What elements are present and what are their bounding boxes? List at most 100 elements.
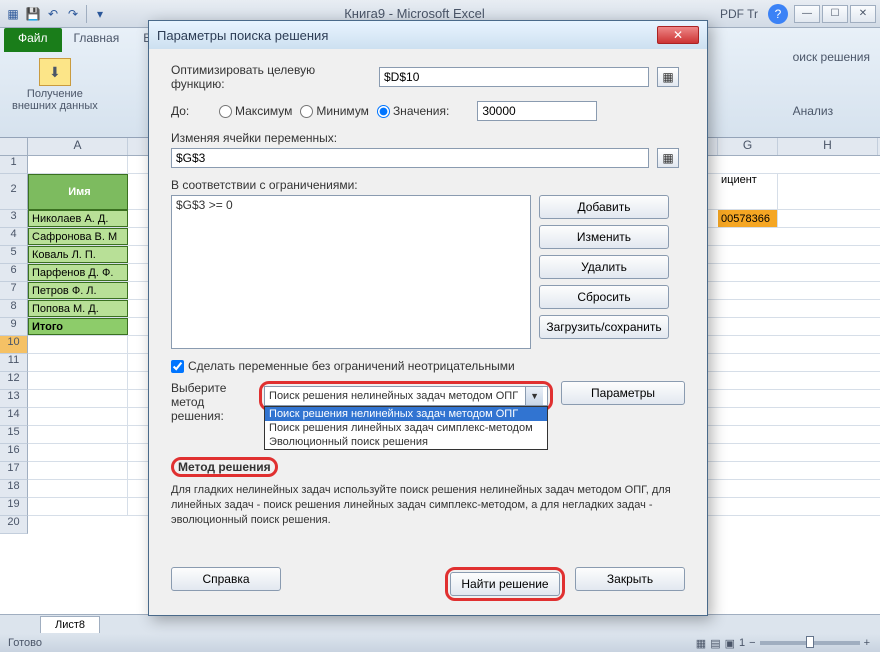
col-g[interactable]: G [718, 138, 778, 155]
row-hdr[interactable]: 20 [0, 516, 28, 534]
total-cell[interactable]: Итого [28, 318, 128, 335]
row-hdr[interactable]: 9 [0, 318, 28, 336]
quick-access-toolbar: ▦ 💾 ↶ ↷ ▾ [4, 5, 109, 23]
reset-button[interactable]: Сбросить [539, 285, 669, 309]
help-button[interactable]: Справка [171, 567, 281, 591]
save-icon[interactable]: 💾 [24, 5, 42, 23]
row-hdr[interactable]: 12 [0, 372, 28, 390]
tab-home[interactable]: Главная [62, 28, 132, 52]
row-hdr[interactable]: 4 [0, 228, 28, 246]
method-description: Для гладких нелинейных задач используйте… [171, 483, 685, 528]
zoom-value: 1 [739, 637, 745, 649]
delete-button[interactable]: Удалить [539, 255, 669, 279]
minimize-button[interactable]: — [794, 5, 820, 23]
row-hdr[interactable]: 6 [0, 264, 28, 282]
row-hdr[interactable]: 17 [0, 462, 28, 480]
change-button[interactable]: Изменить [539, 225, 669, 249]
row-hdr[interactable]: 14 [0, 408, 28, 426]
row-hdr[interactable]: 1 [0, 156, 28, 174]
name-cell[interactable]: Попова М. Д. [28, 300, 128, 317]
select-label1: Выберите [171, 381, 251, 395]
cell-ref-button[interactable]: ▦ [657, 148, 679, 168]
redo-icon[interactable]: ↷ [64, 5, 82, 23]
row-hdr[interactable]: 18 [0, 480, 28, 498]
sheet-tab-bar: Лист8 [0, 614, 880, 634]
zoom-out-icon[interactable]: − [749, 637, 755, 649]
constraints-list[interactable]: $G$3 >= 0 [171, 195, 531, 349]
dialog-close-button[interactable]: ✕ [657, 26, 699, 44]
col-a[interactable]: A [28, 138, 128, 155]
row-hdr[interactable]: 8 [0, 300, 28, 318]
solve-button[interactable]: Найти решение [450, 572, 560, 596]
add-button[interactable]: Добавить [539, 195, 669, 219]
excel-icon[interactable]: ▦ [4, 5, 22, 23]
row-hdr[interactable]: 2 [0, 174, 28, 210]
vars-input[interactable] [171, 148, 649, 168]
dialog-title-bar[interactable]: Параметры поиска решения ✕ [149, 21, 707, 49]
name-cell[interactable]: Сафронова В. М [28, 228, 128, 245]
close-button[interactable]: Закрыть [575, 567, 685, 591]
row-hdr[interactable]: 16 [0, 444, 28, 462]
row-headers: 1 2 3 4 5 6 7 8 9 10 11 12 13 14 15 16 1… [0, 156, 28, 534]
method-dropdown: Поиск решения нелинейных задач методом О… [264, 406, 548, 450]
nonneg-checkbox[interactable]: Сделать переменные без ограничений неотр… [171, 359, 685, 373]
loadsave-button[interactable]: Загрузить/сохранить [539, 315, 669, 339]
row-hdr[interactable]: 10 [0, 336, 28, 354]
dropdown-item[interactable]: Поиск решения нелинейных задач методом О… [265, 407, 547, 421]
row-hdr[interactable]: 13 [0, 390, 28, 408]
radio-min[interactable]: Минимум [300, 104, 369, 118]
cell[interactable] [28, 156, 128, 173]
method-select[interactable]: Поиск решения нелинейных задач методом О… [264, 386, 548, 406]
coef-cell[interactable]: 00578366 [718, 210, 778, 227]
optimize-label: Оптимизировать целевую функцию: [171, 63, 371, 91]
dropdown-item[interactable]: Поиск решения линейных задач симплекс-ме… [265, 421, 547, 435]
value-input[interactable] [477, 101, 597, 121]
window-title: Книга9 - Microsoft Excel [109, 6, 720, 21]
qat-dropdown-icon[interactable]: ▾ [91, 5, 109, 23]
view-normal-icon[interactable]: ▦ [696, 637, 706, 650]
solver-dialog: Параметры поиска решения ✕ Оптимизироват… [148, 20, 708, 616]
name-cell[interactable]: Николаев А. Д. [28, 210, 128, 227]
ribbon-group-external-data: ⬇ Получение внешних данных [8, 56, 102, 134]
name-cell[interactable]: Парфенов Д. Ф. [28, 264, 128, 281]
method-value: Поиск решения нелинейных задач методом О… [269, 390, 518, 402]
vars-label: Изменяя ячейки переменных: [171, 131, 685, 145]
row-hdr[interactable]: 15 [0, 426, 28, 444]
col-h[interactable]: H [778, 138, 878, 155]
undo-icon[interactable]: ↶ [44, 5, 62, 23]
view-pagebreak-icon[interactable]: ▣ [725, 637, 735, 650]
radio-value[interactable]: Значения: [377, 104, 449, 118]
file-tab[interactable]: Файл [4, 28, 62, 52]
method-group-label: Метод решения [178, 460, 271, 474]
header-name-cell[interactable]: Имя [28, 174, 128, 210]
constraints-label: В соответствии с ограничениями: [171, 178, 685, 192]
grid-icon: ▦ [662, 70, 673, 84]
dropdown-item[interactable]: Эволюционный поиск решения [265, 435, 547, 449]
row-hdr[interactable]: 19 [0, 498, 28, 516]
external-data-label: Получение внешних данных [12, 88, 98, 112]
external-data-button[interactable]: ⬇ Получение внешних данных [8, 56, 102, 114]
row-hdr[interactable]: 11 [0, 354, 28, 372]
chevron-down-icon[interactable]: ▼ [525, 387, 543, 405]
name-cell[interactable]: Петров Ф. Л. [28, 282, 128, 299]
constraint-item[interactable]: $G$3 >= 0 [176, 198, 526, 212]
sheet-tab[interactable]: Лист8 [40, 616, 100, 633]
row-hdr[interactable]: 7 [0, 282, 28, 300]
dialog-title: Параметры поиска решения [157, 28, 328, 43]
zoom-slider[interactable] [760, 641, 860, 645]
zoom-in-icon[interactable]: + [864, 637, 870, 649]
close-button[interactable]: ✕ [850, 5, 876, 23]
view-layout-icon[interactable]: ▤ [710, 637, 720, 650]
cell-ref-button[interactable]: ▦ [657, 67, 679, 87]
maximize-button[interactable]: ☐ [822, 5, 848, 23]
help-icon[interactable]: ? [768, 4, 788, 24]
radio-max[interactable]: Максимум [219, 104, 292, 118]
row-hdr[interactable]: 3 [0, 210, 28, 228]
target-cell-input[interactable] [379, 67, 649, 87]
params-button[interactable]: Параметры [561, 381, 685, 405]
name-cell[interactable]: Коваль Л. П. [28, 246, 128, 263]
select-label2: метод решения: [171, 395, 251, 423]
row-hdr[interactable]: 5 [0, 246, 28, 264]
status-bar: Готово ▦ ▤ ▣ 1 − + [0, 634, 880, 652]
coef-label-cell[interactable]: ициент [718, 174, 778, 209]
